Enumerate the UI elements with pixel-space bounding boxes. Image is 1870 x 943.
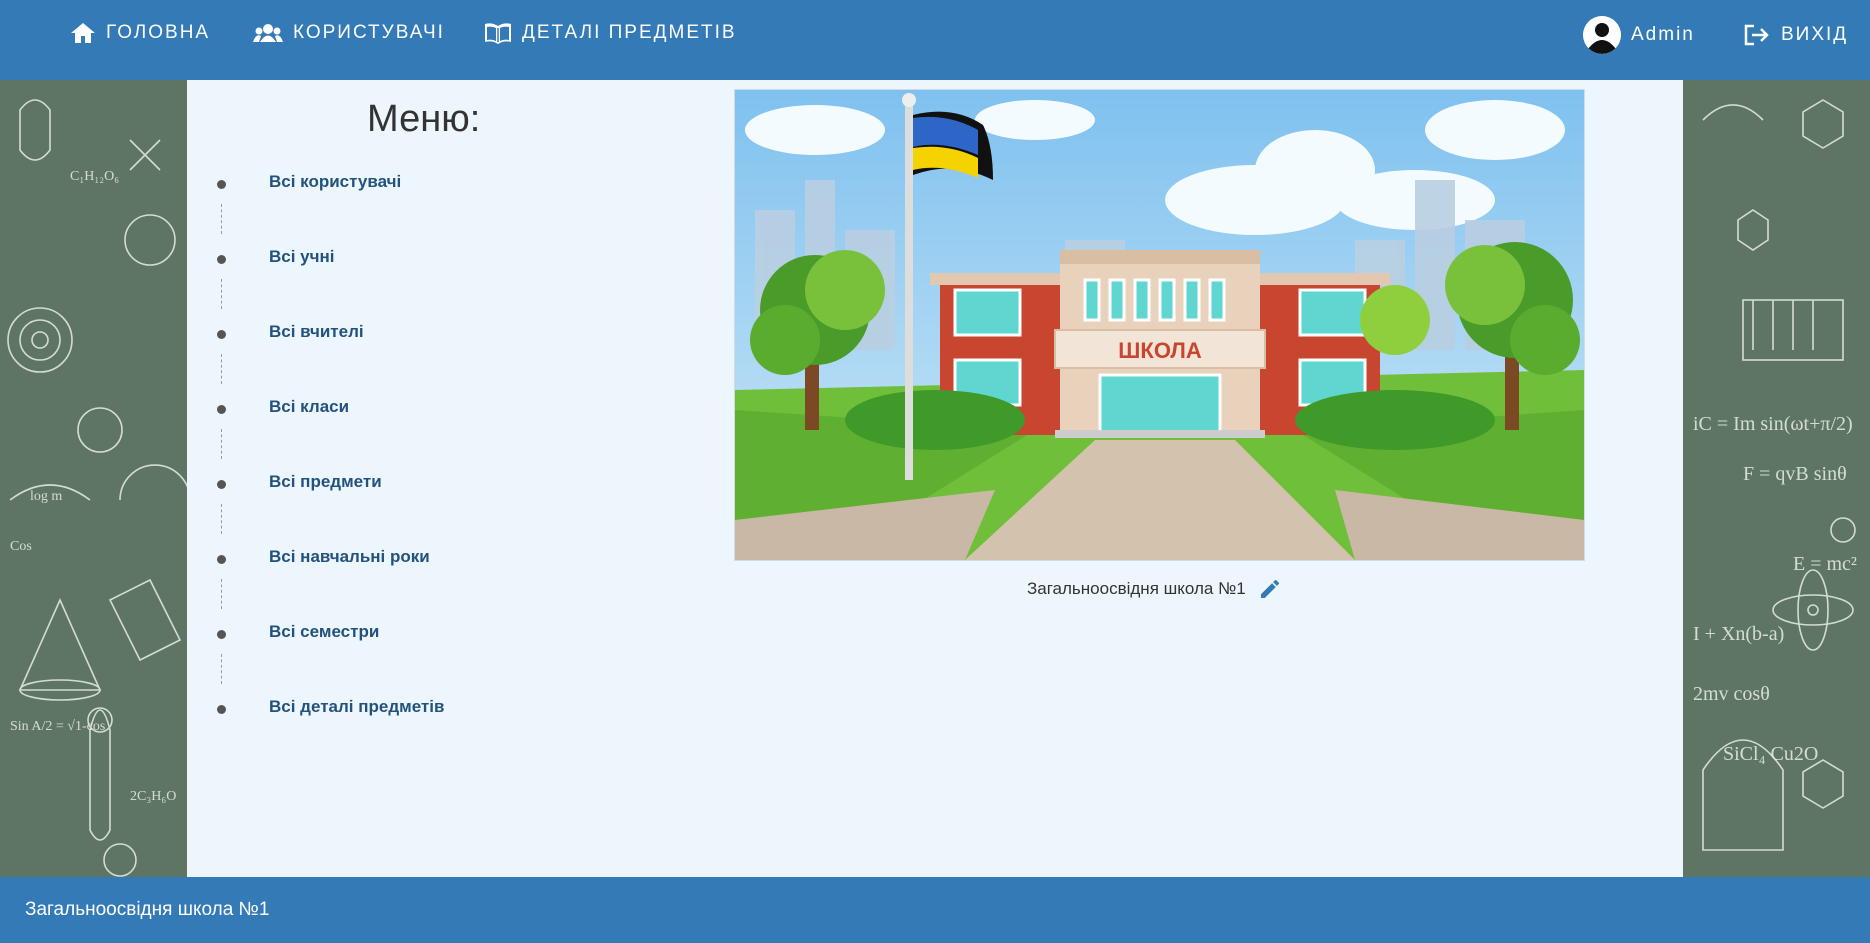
nav-home-label: ГОЛОВНА [106,22,211,43]
menu-link-all-semesters[interactable]: Всі семестри [269,622,379,642]
bullet-icon [217,180,226,189]
svg-text:2mv cosθ: 2mv cosθ [1693,683,1770,705]
connector-line [221,279,222,309]
connector-line [221,504,222,534]
top-navbar: ГОЛОВНА КОРИСТУВАЧІ ДЕТАЛІ ПРЕДМЕТІВ Adm… [0,0,1870,80]
menu-link-all-school-years[interactable]: Всі навчальні роки [269,547,430,567]
menu-link-all-classes[interactable]: Всі класи [269,397,349,417]
home-icon [71,23,95,43]
school-illustration: ШКОЛА [734,89,1585,561]
school-name: Загальноосвідня школа №1 [1027,579,1246,598]
bullet-icon [217,705,226,714]
nav-subject-details-label: ДЕТАЛІ ПРЕДМЕТІВ [522,22,737,43]
avatar-icon [1583,16,1621,54]
menu-link-all-teachers[interactable]: Всі вчителі [269,322,364,342]
school-sign: ШКОЛА [1118,338,1202,363]
svg-text:SiCl₄ Cu2O: SiCl₄ Cu2O [1723,743,1818,765]
nav-home-link[interactable]: ГОЛОВНА [70,18,210,48]
user-name: Admin [1631,24,1695,45]
bullet-icon [217,480,226,489]
menu-link-all-students[interactable]: Всі учні [269,247,335,267]
connector-line [221,354,222,384]
chalkboard-left-decoration: C₁H₁₂O₆ log m Sin A/2 = √1-cos 2C₃H₆O Co… [0,80,187,877]
logout-icon [1744,24,1769,46]
menu-link-all-subject-details[interactable]: Всі деталі предметів [269,697,444,717]
main-content: Меню: Всі користувачі Всі учні Всі вчите… [187,80,1683,877]
bullet-icon [217,630,226,639]
svg-text:C₁H₁₂O₆: C₁H₁₂O₆ [70,169,119,184]
footer: Загальноосвідня школа №1 [0,877,1870,943]
menu-title: Меню: [367,98,481,140]
chalkboard-right-decoration: iC = Im sin(ωt+π/2) F = qvB sinθ E = mc²… [1683,80,1870,877]
nav-users-link[interactable]: КОРИСТУВАЧІ [253,18,445,48]
svg-text:E = mc²: E = mc² [1793,553,1857,575]
connector-line [221,204,222,234]
svg-text:Sin A/2 = √1-cos: Sin A/2 = √1-cos [10,719,105,734]
svg-text:iC = Im sin(ωt+π/2): iC = Im sin(ωt+π/2) [1693,413,1853,435]
svg-text:log m: log m [30,489,62,504]
logout-label: ВИХІД [1781,24,1849,45]
edit-school-button[interactable] [1258,577,1282,601]
connector-line [221,429,222,459]
nav-subject-details-link[interactable]: ДЕТАЛІ ПРЕДМЕТІВ [484,18,737,48]
bullet-icon [217,255,226,264]
bullet-icon [217,555,226,564]
connector-line [221,654,222,684]
svg-text:I + Xn(b-a): I + Xn(b-a) [1693,623,1784,645]
menu-link-all-users[interactable]: Всі користувачі [269,172,401,192]
school-caption: Загальноосвідня школа №1 [1027,577,1282,601]
connector-line [221,579,222,609]
svg-text:Cos: Cos [10,539,32,554]
logout-button[interactable]: ВИХІД [1743,20,1848,50]
footer-text: Загальноосвідня школа №1 [25,899,270,920]
book-icon [485,23,511,44]
users-icon [253,24,283,42]
bullet-icon [217,405,226,414]
svg-text:F = qvB sinθ: F = qvB sinθ [1743,463,1847,485]
pencil-icon [1260,579,1279,598]
user-menu[interactable]: Admin [1583,16,1695,54]
nav-users-label: КОРИСТУВАЧІ [293,22,445,43]
menu-link-all-subjects[interactable]: Всі предмети [269,472,382,492]
bullet-icon [217,330,226,339]
svg-text:2C₃H₆O: 2C₃H₆O [130,789,176,804]
